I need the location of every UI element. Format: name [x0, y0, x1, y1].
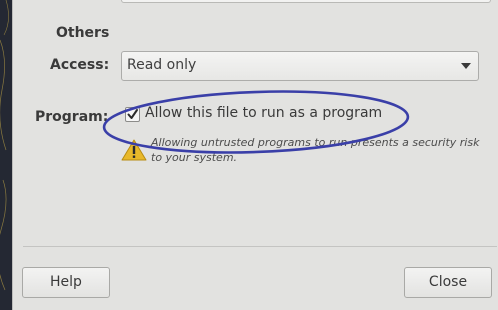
others-section-title: Others	[56, 25, 110, 41]
screenshot: Others Access: Read only Program: Allow …	[0, 0, 498, 310]
program-label: Program:	[35, 109, 109, 125]
close-button[interactable]: Close	[404, 267, 492, 298]
security-warning-text: Allowing untrusted programs to run prese…	[151, 136, 480, 164]
button-separator	[23, 246, 497, 247]
allow-execute-checkbox[interactable]	[125, 107, 140, 122]
chevron-down-icon	[461, 63, 471, 69]
help-button[interactable]: Help	[22, 267, 110, 298]
checkmark-icon	[127, 109, 138, 119]
warning-icon	[121, 139, 147, 161]
access-label: Access:	[50, 57, 110, 73]
access-dropdown-value: Read only	[127, 57, 197, 73]
previous-field-edge	[121, 0, 491, 3]
access-dropdown[interactable]: Read only	[121, 51, 479, 81]
allow-execute-label[interactable]: Allow this file to run as a program	[145, 105, 382, 121]
properties-dialog: Others Access: Read only Program: Allow …	[12, 0, 498, 310]
